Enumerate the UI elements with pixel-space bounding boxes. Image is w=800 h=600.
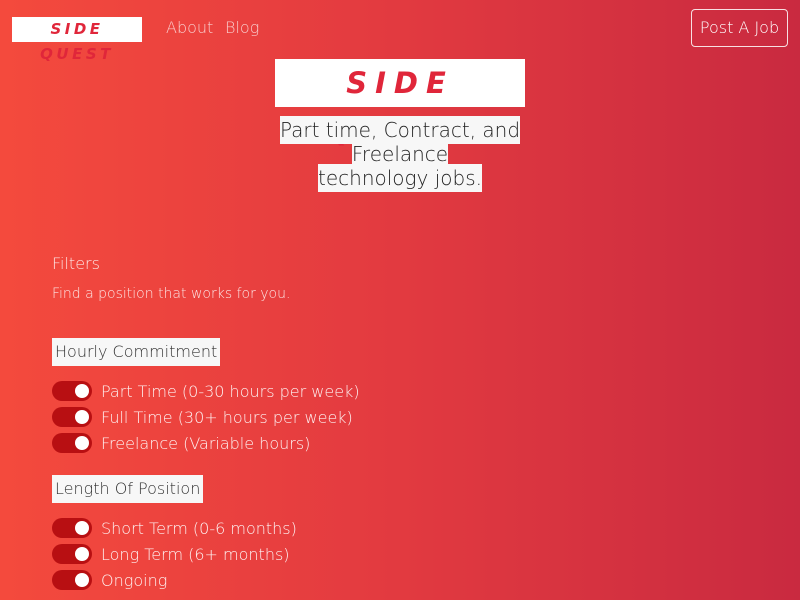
toggle-switch[interactable] (52, 381, 92, 401)
filter-option-label: Freelance (Variable hours) (101, 433, 311, 453)
tagline-line-1: Part time, Contract, and Freelance (279, 116, 521, 168)
toggle-switch[interactable] (52, 518, 92, 538)
filters-subtitle: Find a position that works for you. (52, 286, 291, 302)
toggle-switch[interactable] (52, 544, 92, 564)
filter-option-freelance[interactable]: Freelance (Variable hours) (52, 430, 360, 456)
filters-header: Filters Find a position that works for y… (52, 253, 290, 304)
tagline-line-2: technology jobs. (318, 164, 482, 192)
brand-logo[interactable]: SIDE QUEST (12, 17, 142, 63)
filter-group-hourly-commitment: Hourly Commitment Part Time (0-30 hours … (52, 338, 360, 456)
toggle-switch[interactable] (52, 407, 92, 427)
filter-group-label: Hourly Commitment (52, 338, 221, 366)
post-a-job-button[interactable]: Post A Job (691, 9, 788, 47)
filter-group-length-of-position: Length Of Position Short Term (0-6 month… (52, 475, 297, 593)
toggle-knob (75, 547, 89, 561)
filter-options: Short Term (0-6 months) Long Term (6+ mo… (52, 515, 297, 593)
filter-option-label: Long Term (6+ months) (101, 544, 290, 564)
toggle-knob (75, 384, 89, 398)
filter-group-label: Length Of Position (52, 475, 204, 503)
toggle-switch[interactable] (52, 433, 92, 453)
filter-option-label: Short Term (0-6 months) (101, 518, 297, 538)
filter-option-label: Full Time (30+ hours per week) (101, 407, 353, 427)
toggle-knob (75, 436, 89, 450)
filter-option-label: Part Time (0-30 hours per week) (101, 381, 360, 401)
nav-link-blog[interactable]: Blog (225, 18, 259, 38)
filter-option-ongoing[interactable]: Ongoing (52, 567, 297, 593)
toggle-knob (75, 521, 89, 535)
toggle-knob (75, 410, 89, 424)
hero-logo: SIDE QUEST (275, 59, 525, 148)
toggle-switch[interactable] (52, 570, 92, 590)
filter-option-full-time[interactable]: Full Time (30+ hours per week) (52, 404, 360, 430)
filter-option-label: Ongoing (101, 570, 168, 590)
filters-title: Filters (52, 254, 100, 273)
filter-option-short-term[interactable]: Short Term (0-6 months) (52, 515, 297, 541)
filter-options: Part Time (0-30 hours per week) Full Tim… (52, 378, 360, 456)
nav-link-about[interactable]: About (166, 18, 213, 38)
filter-option-part-time[interactable]: Part Time (0-30 hours per week) (52, 378, 360, 404)
navbar: SIDE QUEST About Blog Post A Job (0, 0, 800, 63)
toggle-knob (75, 573, 89, 587)
filter-option-long-term[interactable]: Long Term (6+ months) (52, 541, 297, 567)
tagline: Part time, Contract, and Freelance techn… (0, 116, 800, 192)
